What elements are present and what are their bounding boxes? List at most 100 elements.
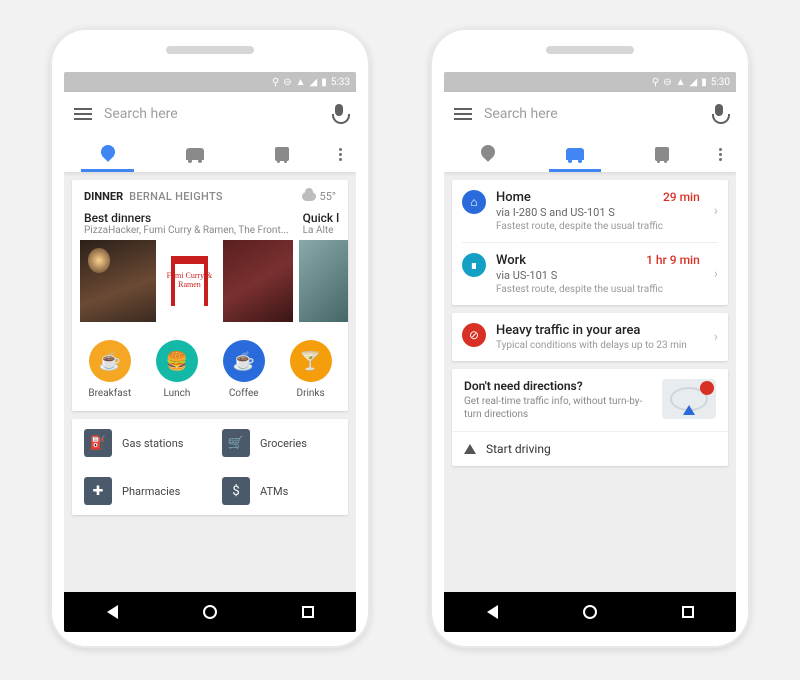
promo-body: Don't need directions? Get real-time tra… <box>452 369 728 431</box>
work-dest-icon: ∎ <box>462 253 486 277</box>
promo-card: Don't need directions? Get real-time tra… <box>452 369 728 466</box>
content-driving: ⌂ Home 29 min via I-280 S and US-101 S F… <box>444 172 736 592</box>
tabs-overflow-button[interactable] <box>326 148 356 161</box>
weather: 55° <box>302 190 336 203</box>
battery-icon: ▮ <box>701 77 707 88</box>
breakfast-icon: ☕ <box>89 340 131 382</box>
dinner-card-best[interactable]: Best dinners PizzaHacker, Fumi Curry & R… <box>80 207 293 322</box>
dinner-header: DINNER BERNAL HEIGHTS 55° <box>72 180 348 207</box>
svc-label: Groceries <box>260 437 307 450</box>
recents-icon <box>682 606 694 618</box>
dest-note: Fastest route, despite the usual traffic <box>496 284 700 295</box>
status-bar: ⚲ ⊖ ▲ ◢ ▮ 5:30 <box>444 72 736 92</box>
services-section: ⛽Gas stations 🛒Groceries ✚Pharmacies $ AT… <box>72 419 348 515</box>
svc-label: ATMs <box>260 485 288 498</box>
tab-driving[interactable] <box>151 136 238 172</box>
dest-name: Work <box>496 253 526 268</box>
dest-note: Fastest route, despite the usual traffic <box>496 221 700 232</box>
menu-button[interactable] <box>74 108 92 120</box>
tab-transit[interactable] <box>239 136 326 172</box>
peek-subtitle: La Alte <box>299 225 348 240</box>
more-icon <box>719 148 722 161</box>
location-icon: ⚲ <box>652 77 659 88</box>
bus-icon <box>275 147 289 161</box>
battery-icon: ▮ <box>321 77 327 88</box>
atms-icon: $ <box>222 477 250 505</box>
svc-label: Gas stations <box>122 437 183 450</box>
svc-atms[interactable]: $ ATMs <box>210 467 348 515</box>
nav-recents-button[interactable] <box>302 606 314 618</box>
more-icon <box>339 148 342 161</box>
svc-pharmacies[interactable]: ✚Pharmacies <box>72 467 210 515</box>
promo-illustration <box>662 379 716 419</box>
phone-right: ⚲ ⊖ ▲ ◢ ▮ 5:30 Search here <box>430 28 750 648</box>
dinner-thumbs: Fumi Curry & Ramen <box>80 240 293 322</box>
nav-arrow-icon <box>683 405 695 415</box>
dest-via: via US-101 S <box>496 269 700 282</box>
lunch-icon: 🍔 <box>156 340 198 382</box>
start-label: Start driving <box>486 442 551 456</box>
search-input[interactable]: Search here <box>484 106 700 122</box>
home-icon <box>583 605 597 619</box>
fumi-label: Fumi Curry & Ramen <box>158 272 221 290</box>
cat-label: Lunch <box>163 388 190 399</box>
services-grid: ⛽Gas stations 🛒Groceries ✚Pharmacies $ AT… <box>72 419 348 515</box>
nav-recents-button[interactable] <box>682 606 694 618</box>
dest-work[interactable]: ∎ Work 1 hr 9 min via US-101 S Fastest r… <box>452 243 728 305</box>
tab-explore[interactable] <box>64 136 151 172</box>
car-icon <box>186 148 204 160</box>
cat-coffee[interactable]: ☕ Coffee <box>223 340 265 399</box>
voice-search-button[interactable] <box>332 104 346 124</box>
svc-label: Pharmacies <box>122 485 180 498</box>
search-bar: Search here <box>64 92 356 136</box>
dinner-card-peek[interactable]: Quick l La Alte <box>299 207 348 322</box>
chevron-right-icon: › <box>714 329 718 345</box>
content-explore: DINNER BERNAL HEIGHTS 55° Best dinners P… <box>64 172 356 592</box>
tab-explore[interactable] <box>444 136 531 172</box>
start-driving-button[interactable]: Start driving <box>452 431 728 466</box>
pin-icon <box>481 145 495 163</box>
weather-temp: 55° <box>320 190 336 203</box>
peek-title: Quick l <box>299 207 348 225</box>
status-bar: ⚲ ⊖ ▲ ◢ ▮ 5:33 <box>64 72 356 92</box>
cat-drinks[interactable]: 🍸 Drinks <box>290 340 332 399</box>
dinner-area: BERNAL HEIGHTS <box>129 190 223 203</box>
mode-tabs <box>444 136 736 172</box>
thumb-fumi: Fumi Curry & Ramen <box>158 240 221 322</box>
dinner-card-title: Best dinners <box>80 207 293 225</box>
tabs-overflow-button[interactable] <box>706 148 736 161</box>
cat-breakfast[interactable]: ☕ Breakfast <box>88 340 131 399</box>
home-dest-icon: ⌂ <box>462 190 486 214</box>
nav-home-button[interactable] <box>583 605 597 619</box>
android-nav <box>444 592 736 632</box>
dest-eta: 1 hr 9 min <box>646 253 700 267</box>
search-input[interactable]: Search here <box>104 106 320 122</box>
chevron-right-icon: › <box>714 203 718 219</box>
dinner-title: DINNER <box>84 190 123 203</box>
traffic-row[interactable]: ⊘ Heavy traffic in your area Typical con… <box>452 313 728 361</box>
svc-groceries[interactable]: 🛒Groceries <box>210 419 348 467</box>
tab-transit[interactable] <box>619 136 706 172</box>
nav-back-button[interactable] <box>487 605 498 619</box>
tab-driving[interactable] <box>531 136 618 172</box>
cat-label: Drinks <box>297 388 325 399</box>
thumb-front <box>223 240 293 322</box>
cat-label: Coffee <box>229 388 259 399</box>
voice-search-button[interactable] <box>712 104 726 124</box>
dest-home[interactable]: ⌂ Home 29 min via I-280 S and US-101 S F… <box>452 180 728 242</box>
location-icon: ⚲ <box>272 77 279 88</box>
svc-gas[interactable]: ⛽Gas stations <box>72 419 210 467</box>
traffic-title: Heavy traffic in your area <box>496 323 640 338</box>
nav-home-button[interactable] <box>203 605 217 619</box>
dinner-carousel[interactable]: Best dinners PizzaHacker, Fumi Curry & R… <box>72 207 348 330</box>
home-icon <box>203 605 217 619</box>
promo-title: Don't need directions? <box>464 379 654 393</box>
nav-back-button[interactable] <box>107 605 118 619</box>
phone-speaker <box>546 46 634 54</box>
menu-button[interactable] <box>454 108 472 120</box>
signal-icon: ◢ <box>309 77 317 88</box>
dnd-icon: ⊖ <box>663 77 671 88</box>
screen-left: ⚲ ⊖ ▲ ◢ ▮ 5:33 Search here <box>64 72 356 632</box>
cat-lunch[interactable]: 🍔 Lunch <box>156 340 198 399</box>
status-time: 5:33 <box>331 77 350 88</box>
